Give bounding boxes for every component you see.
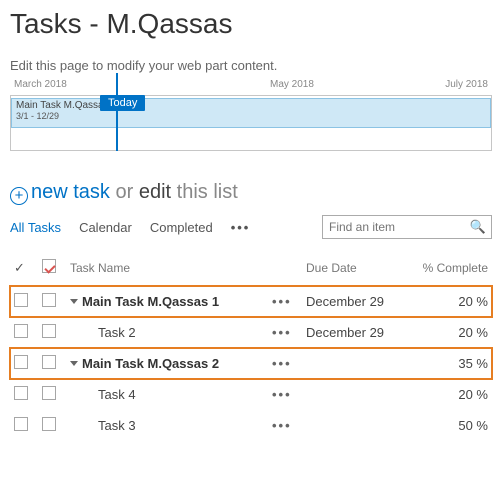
task-name-text: Task 2 [98, 325, 136, 340]
pct-complete-cell: 20 % [412, 286, 492, 317]
pct-complete-cell: 20 % [412, 379, 492, 410]
row-select-checkbox[interactable] [14, 293, 28, 307]
views-more-icon[interactable]: ••• [231, 220, 251, 235]
expand-caret-icon[interactable] [70, 299, 78, 304]
due-date-cell: December 29 [302, 317, 412, 348]
new-task-link[interactable]: new task [31, 181, 110, 203]
row-select-checkbox[interactable] [14, 386, 28, 400]
task-name-cell[interactable]: Task 2 [70, 325, 136, 340]
due-date-cell [302, 348, 412, 379]
plus-icon: + [10, 187, 28, 205]
action-row: +new task or edit this list [10, 181, 492, 205]
page-subtitle: Edit this page to modify your web part c… [10, 58, 492, 73]
col-due-date[interactable]: Due Date [302, 253, 412, 286]
view-calendar[interactable]: Calendar [79, 220, 132, 235]
col-pct-complete[interactable]: % Complete [412, 253, 492, 286]
timeline-bar-range: 3/1 - 12/29 [12, 111, 490, 121]
timeline-month-2: May 2018 [270, 79, 314, 90]
expand-caret-icon[interactable] [70, 361, 78, 366]
pct-complete-cell: 35 % [412, 348, 492, 379]
row-complete-checkbox[interactable] [42, 293, 56, 307]
task-table: ✓ Task Name Due Date % Complete Main Tas… [10, 253, 492, 441]
row-complete-checkbox[interactable] [42, 417, 56, 431]
task-name-text: Main Task M.Qassas 2 [82, 356, 219, 371]
row-menu-icon[interactable]: ••• [272, 294, 292, 309]
timeline-bar-title: Main Task M.Qassas 1 [12, 99, 490, 111]
row-complete-checkbox[interactable] [42, 386, 56, 400]
row-menu-icon[interactable]: ••• [272, 356, 292, 371]
views-row: All Tasks Calendar Completed ••• 🔍 [10, 215, 492, 239]
task-name-text: Main Task M.Qassas 1 [82, 294, 219, 309]
due-date-cell [302, 410, 412, 441]
pct-complete-cell: 50 % [412, 410, 492, 441]
action-rest: this list [171, 181, 238, 203]
row-menu-icon[interactable]: ••• [272, 387, 292, 402]
view-all-tasks[interactable]: All Tasks [10, 220, 61, 235]
table-row[interactable]: Task 3 ••• 50 % [10, 410, 492, 441]
timeline: Today March 2018 May 2018 July 2018 Main… [10, 95, 492, 151]
page-title: Tasks - M.Qassas [10, 8, 492, 40]
due-date-cell: December 29 [302, 286, 412, 317]
today-badge: Today [100, 95, 145, 111]
row-menu-icon[interactable]: ••• [272, 418, 292, 433]
task-name-text: Task 3 [98, 418, 136, 433]
select-all-header-icon[interactable]: ✓ [14, 260, 25, 275]
action-or: or [110, 181, 139, 203]
pct-complete-cell: 20 % [412, 317, 492, 348]
today-line [116, 73, 118, 151]
table-row[interactable]: Main Task M.Qassas 2 ••• 35 % [10, 348, 492, 379]
row-select-checkbox[interactable] [14, 417, 28, 431]
task-name-cell[interactable]: Main Task M.Qassas 1 [70, 294, 219, 309]
timeline-bar[interactable]: Main Task M.Qassas 1 3/1 - 12/29 [11, 98, 491, 128]
task-name-cell[interactable]: Main Task M.Qassas 2 [70, 356, 219, 371]
table-row[interactable]: Task 2 ••• December 2920 % [10, 317, 492, 348]
row-complete-checkbox[interactable] [42, 324, 56, 338]
row-menu-icon[interactable]: ••• [272, 325, 292, 340]
table-row[interactable]: Main Task M.Qassas 1 ••• December 2920 % [10, 286, 492, 317]
row-complete-checkbox[interactable] [42, 355, 56, 369]
row-select-checkbox[interactable] [14, 324, 28, 338]
view-completed[interactable]: Completed [150, 220, 213, 235]
task-name-cell[interactable]: Task 4 [70, 387, 136, 402]
edit-list-link[interactable]: edit [139, 181, 171, 203]
search-input[interactable] [322, 215, 492, 239]
due-date-cell [302, 379, 412, 410]
timeline-month-1: March 2018 [14, 79, 67, 90]
col-task-name[interactable]: Task Name [66, 253, 268, 286]
row-select-checkbox[interactable] [14, 355, 28, 369]
task-name-cell[interactable]: Task 3 [70, 418, 136, 433]
table-row[interactable]: Task 4 ••• 20 % [10, 379, 492, 410]
complete-header-icon[interactable] [42, 259, 56, 273]
task-name-text: Task 4 [98, 387, 136, 402]
timeline-month-3: July 2018 [445, 79, 488, 90]
